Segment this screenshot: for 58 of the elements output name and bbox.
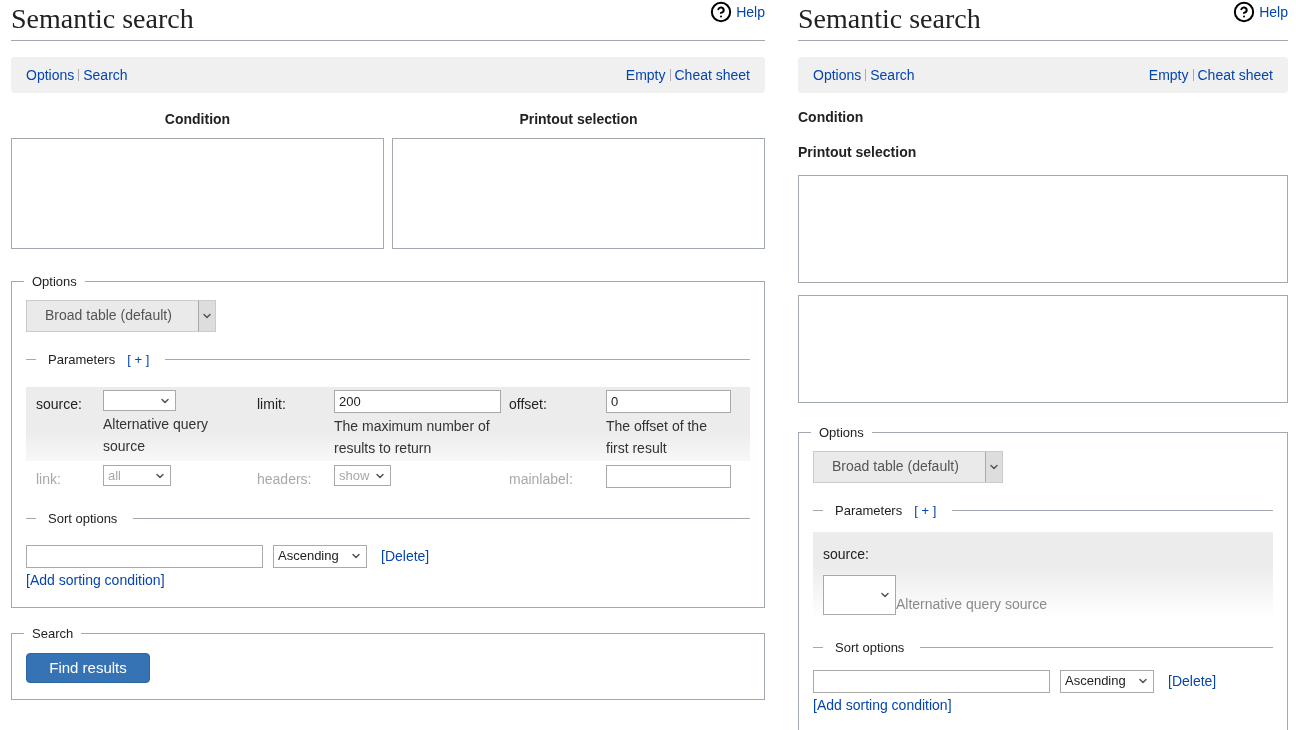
help-icon [1233, 1, 1256, 23]
toolbar-link[interactable]: Options [26, 64, 75, 86]
page-title: Semantic search [11, 2, 194, 36]
fieldset-legend: Options [811, 423, 872, 443]
condition-heading: Condition [798, 108, 865, 127]
add-sorting-link[interactable]: [Add sorting condition] [813, 694, 1273, 716]
param-description: The offset of the first result [606, 417, 708, 458]
param-description: Alternative query source [896, 595, 1047, 614]
order-dropdown[interactable]: Ascending [273, 544, 367, 568]
sort-legend: Sort options [831, 638, 905, 658]
toolbar-link[interactable]: Cheat sheet [1197, 64, 1273, 86]
format-dropdown[interactable]: Broad table (default) [813, 450, 1003, 483]
printout-field[interactable] [798, 295, 1288, 403]
toolbar-link[interactable]: Empty [1148, 64, 1189, 86]
param-label: mainlabel: [509, 470, 574, 489]
printout-field[interactable] [392, 138, 765, 249]
help-link[interactable]: Help [1233, 1, 1288, 23]
order-dropdown[interactable]: Ascending [1060, 669, 1154, 693]
delete-link[interactable]: [Delete] [1168, 670, 1217, 692]
parameters-legend: Parameters [44, 349, 116, 369]
sort-legend: Sort options [44, 509, 118, 529]
fieldset-legend: Search [24, 623, 82, 643]
param-label: link: [36, 470, 62, 489]
param-label: headers: [257, 470, 313, 489]
sort-field[interactable] [813, 669, 1050, 693]
printout-heading: Printout selection [798, 143, 918, 162]
sort-field[interactable] [26, 544, 263, 568]
toolbar-link[interactable]: Search [870, 64, 915, 86]
help-link[interactable]: Help [710, 1, 765, 23]
expand-link[interactable]: [ + ] [127, 349, 150, 369]
param-dropdown[interactable] [823, 575, 896, 615]
toolbar-link[interactable]: Options [813, 64, 862, 86]
format-dropdown[interactable]: Broad table (default) [26, 299, 216, 332]
condition-heading: Condition [163, 110, 232, 129]
param-field[interactable]: 200 [334, 390, 501, 413]
expand-link[interactable]: [ + ] [914, 500, 937, 520]
param-description: The maximum number of results to return [334, 417, 491, 458]
param-field[interactable] [606, 465, 731, 488]
toolbar-link[interactable]: Cheat sheet [674, 64, 750, 86]
page-title: Semantic search [798, 2, 981, 36]
toolbar-link[interactable]: Search [83, 64, 128, 86]
param-field[interactable]: 0 [606, 390, 731, 413]
param-label: source: [823, 545, 870, 564]
fieldset-legend: Options [24, 272, 85, 292]
toolbar-link[interactable]: Empty [625, 64, 666, 86]
param-label: source: [36, 395, 83, 414]
param-label: limit: [257, 395, 287, 414]
add-sorting-link[interactable]: [Add sorting condition] [26, 569, 750, 591]
printout-heading: Printout selection [518, 110, 639, 129]
help-icon [710, 1, 733, 23]
find-results-button[interactable]: Find results [26, 653, 150, 683]
parameters-legend: Parameters [831, 500, 903, 520]
delete-link[interactable]: [Delete] [381, 545, 430, 567]
param-label: offset: [509, 395, 548, 414]
param-dropdown[interactable] [103, 390, 176, 411]
condition-field[interactable] [11, 138, 384, 249]
condition-field[interactable] [798, 175, 1288, 283]
param-description: Alternative query source [103, 415, 210, 456]
